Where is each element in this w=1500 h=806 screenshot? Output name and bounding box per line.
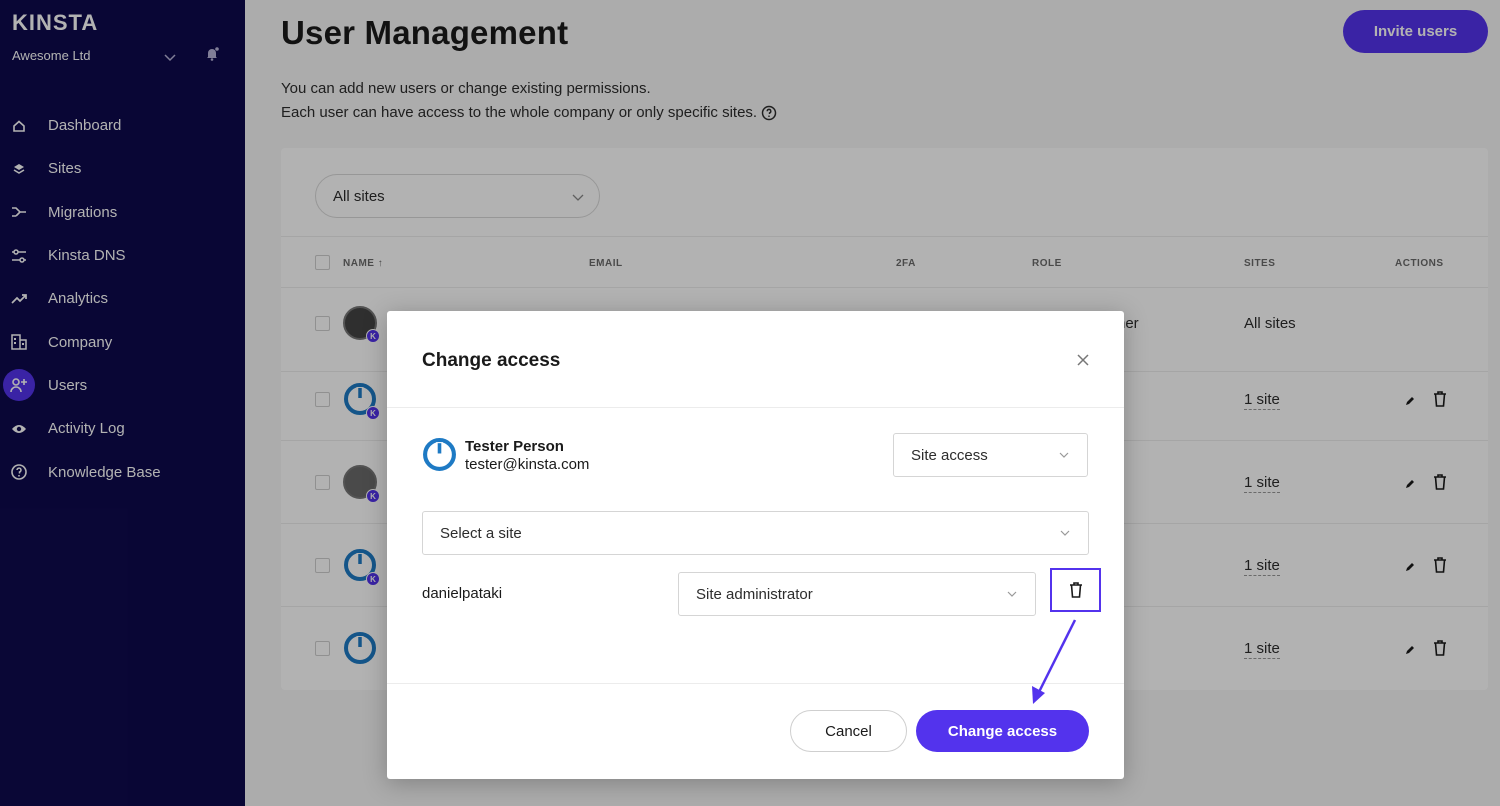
chevron-down-icon xyxy=(1060,530,1070,536)
divider xyxy=(387,683,1124,684)
power-logo-avatar xyxy=(423,438,456,471)
divider xyxy=(387,407,1124,408)
site-select[interactable]: Select a site xyxy=(422,511,1089,555)
site-select-placeholder: Select a site xyxy=(440,524,522,542)
change-access-button[interactable]: Change access xyxy=(916,710,1089,752)
chevron-down-icon xyxy=(1007,591,1017,597)
modal-title: Change access xyxy=(422,350,561,371)
chevron-down-icon xyxy=(1059,452,1069,458)
cancel-button[interactable]: Cancel xyxy=(790,710,907,752)
access-type-select[interactable]: Site access xyxy=(893,433,1088,477)
access-type-value: Site access xyxy=(911,446,988,464)
change-access-modal: Change access Tester Person tester@kinst… xyxy=(387,311,1124,779)
site-name: danielpataki xyxy=(422,585,503,602)
user-email: tester@kinsta.com xyxy=(465,456,590,473)
site-role-select[interactable]: Site administrator xyxy=(678,572,1036,616)
user-name: Tester Person xyxy=(465,438,564,455)
site-role-value: Site administrator xyxy=(696,585,813,603)
remove-site-button[interactable] xyxy=(1050,568,1101,612)
close-icon[interactable] xyxy=(1075,352,1091,368)
trash-icon xyxy=(1069,582,1082,598)
